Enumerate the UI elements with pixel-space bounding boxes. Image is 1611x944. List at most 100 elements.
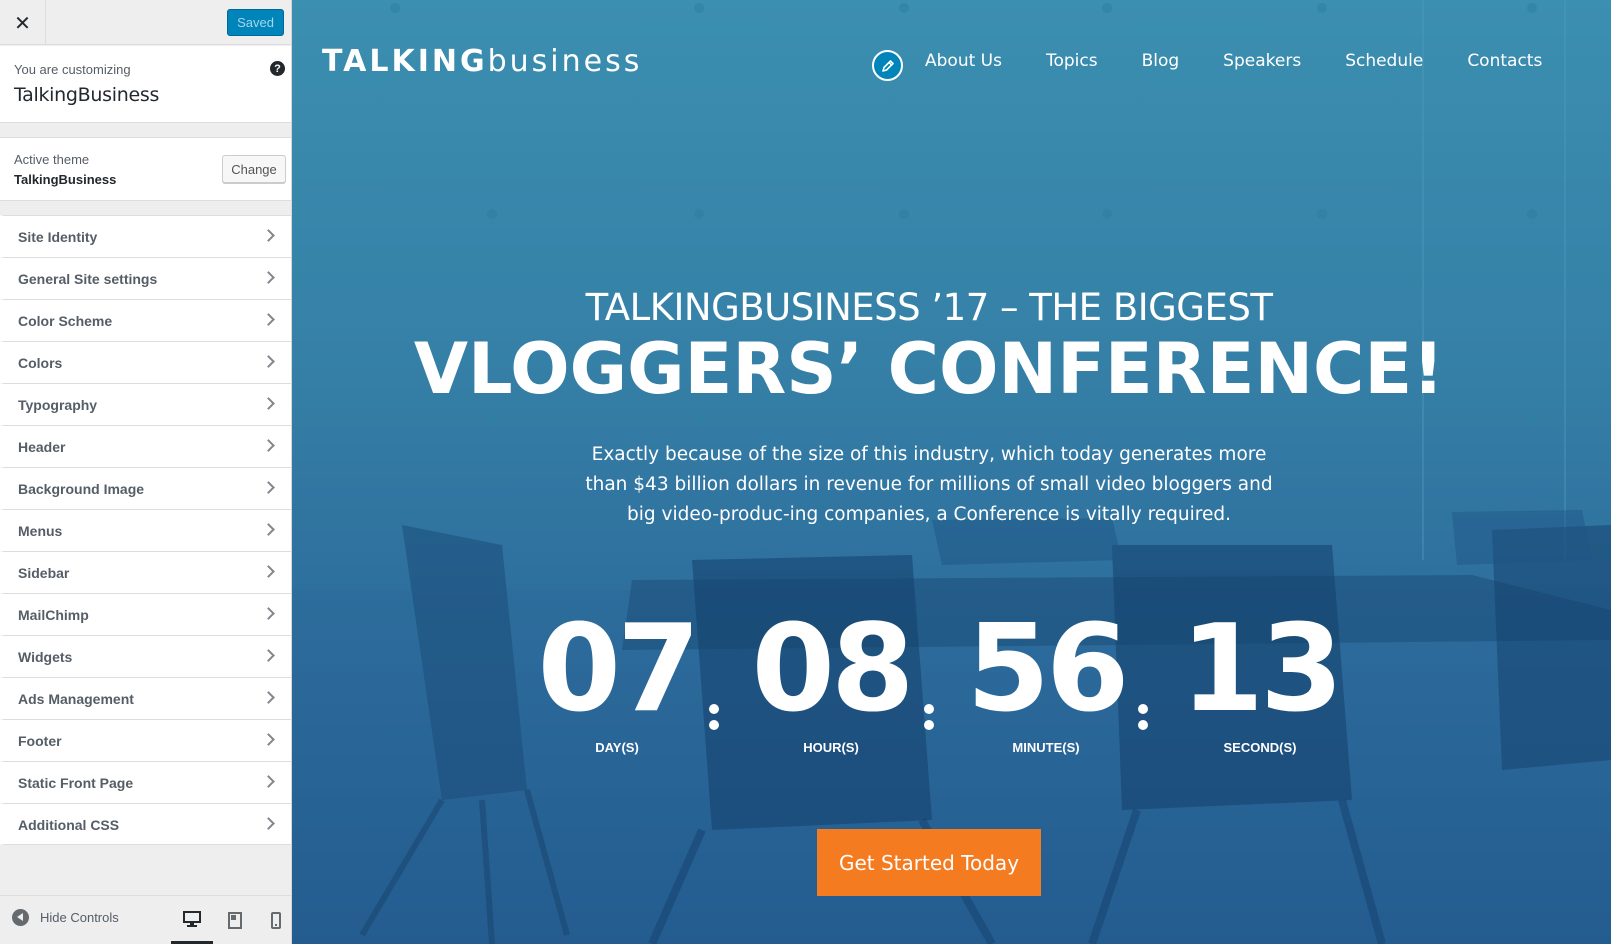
section-menus[interactable]: Menus xyxy=(0,509,291,551)
countdown-value: 08 xyxy=(751,600,915,739)
section-general-site-settings[interactable]: General Site settings xyxy=(0,257,291,299)
section-mailchimp[interactable]: MailChimp xyxy=(0,593,291,635)
chevron-right-icon xyxy=(262,271,275,284)
customizer-sections: Site Identity General Site settings Colo… xyxy=(0,215,291,845)
tablet-icon xyxy=(228,912,242,929)
section-footer[interactable]: Footer xyxy=(0,719,291,761)
chevron-right-icon xyxy=(262,523,275,536)
section-widgets[interactable]: Widgets xyxy=(0,635,291,677)
section-typography[interactable]: Typography xyxy=(0,383,291,425)
hide-controls-label: Hide Controls xyxy=(40,910,119,925)
nav-item-schedule[interactable]: Schedule xyxy=(1345,51,1423,71)
section-label: Additional CSS xyxy=(18,817,120,833)
customizer-sidebar: ✕ Saved You are customizing TalkingBusin… xyxy=(0,0,292,944)
section-label: Static Front Page xyxy=(18,775,134,791)
chevron-right-icon xyxy=(262,481,275,494)
chevron-right-icon xyxy=(262,355,275,368)
section-label: Header xyxy=(18,439,66,455)
section-sidebar[interactable]: Sidebar xyxy=(0,551,291,593)
section-label: Site Identity xyxy=(18,229,98,245)
countdown-minutes: 56 MINUTE(S) xyxy=(951,600,1141,755)
section-label: Colors xyxy=(18,355,63,371)
section-label: Ads Management xyxy=(18,691,134,707)
chevron-right-icon xyxy=(262,733,275,746)
chevron-right-icon xyxy=(262,313,275,326)
customizing-label: You are customizing xyxy=(14,62,131,77)
nav-item-topics[interactable]: Topics xyxy=(1046,51,1098,71)
section-ads-management[interactable]: Ads Management xyxy=(0,677,291,719)
site-name: TalkingBusiness xyxy=(14,84,160,106)
hide-controls-button[interactable]: Hide Controls xyxy=(12,909,119,926)
countdown-seconds: 13 SECOND(S) xyxy=(1165,600,1355,755)
chevron-right-icon xyxy=(262,817,275,830)
countdown-value: 07 xyxy=(537,600,701,739)
nav-item-blog[interactable]: Blog xyxy=(1142,51,1180,71)
countdown-value: 13 xyxy=(1180,600,1344,739)
section-static-front-page[interactable]: Static Front Page xyxy=(0,761,291,803)
section-label: Sidebar xyxy=(18,565,70,581)
section-header[interactable]: Header xyxy=(0,425,291,467)
chevron-right-icon xyxy=(262,649,275,662)
chevron-right-icon xyxy=(262,397,275,410)
customizer-header: ✕ Saved xyxy=(0,0,291,45)
main-navigation: About Us Topics Blog Speakers Schedule C… xyxy=(925,51,1586,71)
section-label: Menus xyxy=(18,523,63,539)
section-label: MailChimp xyxy=(18,607,89,623)
hero-subtitle: TALKINGBUSINESS ’17 – THE BIGGEST xyxy=(585,286,1273,329)
section-label: Background Image xyxy=(18,481,145,497)
site-logo[interactable]: TALKINGbusiness xyxy=(322,44,642,79)
section-label: General Site settings xyxy=(18,271,158,287)
section-background-image[interactable]: Background Image xyxy=(0,467,291,509)
section-additional-css[interactable]: Additional CSS xyxy=(0,803,291,845)
customizer-info: You are customizing TalkingBusiness ? xyxy=(0,46,291,123)
section-label: Color Scheme xyxy=(18,313,113,329)
chevron-right-icon xyxy=(262,691,275,704)
countdown-days: 07 DAY(S) xyxy=(522,600,712,755)
countdown-label: HOUR(S) xyxy=(803,740,859,755)
active-theme-label: Active theme xyxy=(14,152,90,167)
close-icon[interactable]: ✕ xyxy=(0,0,46,45)
saved-button[interactable]: Saved xyxy=(227,9,284,36)
chevron-right-icon xyxy=(262,565,275,578)
section-label: Widgets xyxy=(18,649,73,665)
hero-title: VLOGGERS’ CONFERENCE! xyxy=(413,328,1445,410)
pencil-icon xyxy=(881,59,894,72)
countdown-hours: 08 HOUR(S) xyxy=(736,600,926,755)
section-color-scheme[interactable]: Color Scheme xyxy=(0,299,291,341)
countdown-label: MINUTE(S) xyxy=(1012,740,1080,755)
hero-description: Exactly because of the size of this indu… xyxy=(585,444,1273,525)
countdown-separator xyxy=(924,704,934,734)
chevron-right-icon xyxy=(262,607,275,620)
edit-menu-shortcut-button[interactable] xyxy=(872,50,903,81)
countdown-value: 56 xyxy=(966,600,1130,739)
countdown-separator xyxy=(709,704,719,734)
section-label: Typography xyxy=(18,397,98,413)
site-preview: TALKINGbusiness About Us Topics Blog Spe… xyxy=(292,0,1611,944)
customizer-footer: Hide Controls xyxy=(0,895,291,944)
chevron-right-icon xyxy=(262,229,275,242)
active-theme-name: TalkingBusiness xyxy=(14,172,117,187)
nav-item-contacts[interactable]: Contacts xyxy=(1467,51,1542,71)
mobile-preview-button[interactable] xyxy=(255,896,297,944)
tablet-preview-button[interactable] xyxy=(214,896,256,944)
nav-item-about-us[interactable]: About Us xyxy=(925,51,1002,71)
section-label: Footer xyxy=(18,733,62,749)
active-theme-panel: Active theme TalkingBusiness Change xyxy=(0,137,291,201)
countdown-timer: 07 DAY(S) 08 HOUR(S) 56 MINUTE(S) 13 SEC… xyxy=(522,600,1344,760)
desktop-preview-button[interactable] xyxy=(171,896,213,944)
countdown-label: SECOND(S) xyxy=(1223,740,1297,755)
change-theme-button[interactable]: Change xyxy=(222,155,286,183)
get-started-button[interactable]: Get Started Today xyxy=(817,829,1041,896)
help-icon[interactable]: ? xyxy=(270,61,285,76)
chevron-right-icon xyxy=(262,439,275,452)
desktop-icon xyxy=(183,910,201,927)
collapse-arrow-icon xyxy=(12,909,29,926)
countdown-label: DAY(S) xyxy=(595,740,639,755)
section-colors[interactable]: Colors xyxy=(0,341,291,383)
chevron-right-icon xyxy=(262,775,275,788)
mobile-icon xyxy=(271,912,281,929)
section-site-identity[interactable]: Site Identity xyxy=(0,215,291,257)
nav-item-speakers[interactable]: Speakers xyxy=(1223,51,1301,71)
countdown-separator xyxy=(1138,704,1148,734)
logo-light-text: business xyxy=(487,44,643,79)
